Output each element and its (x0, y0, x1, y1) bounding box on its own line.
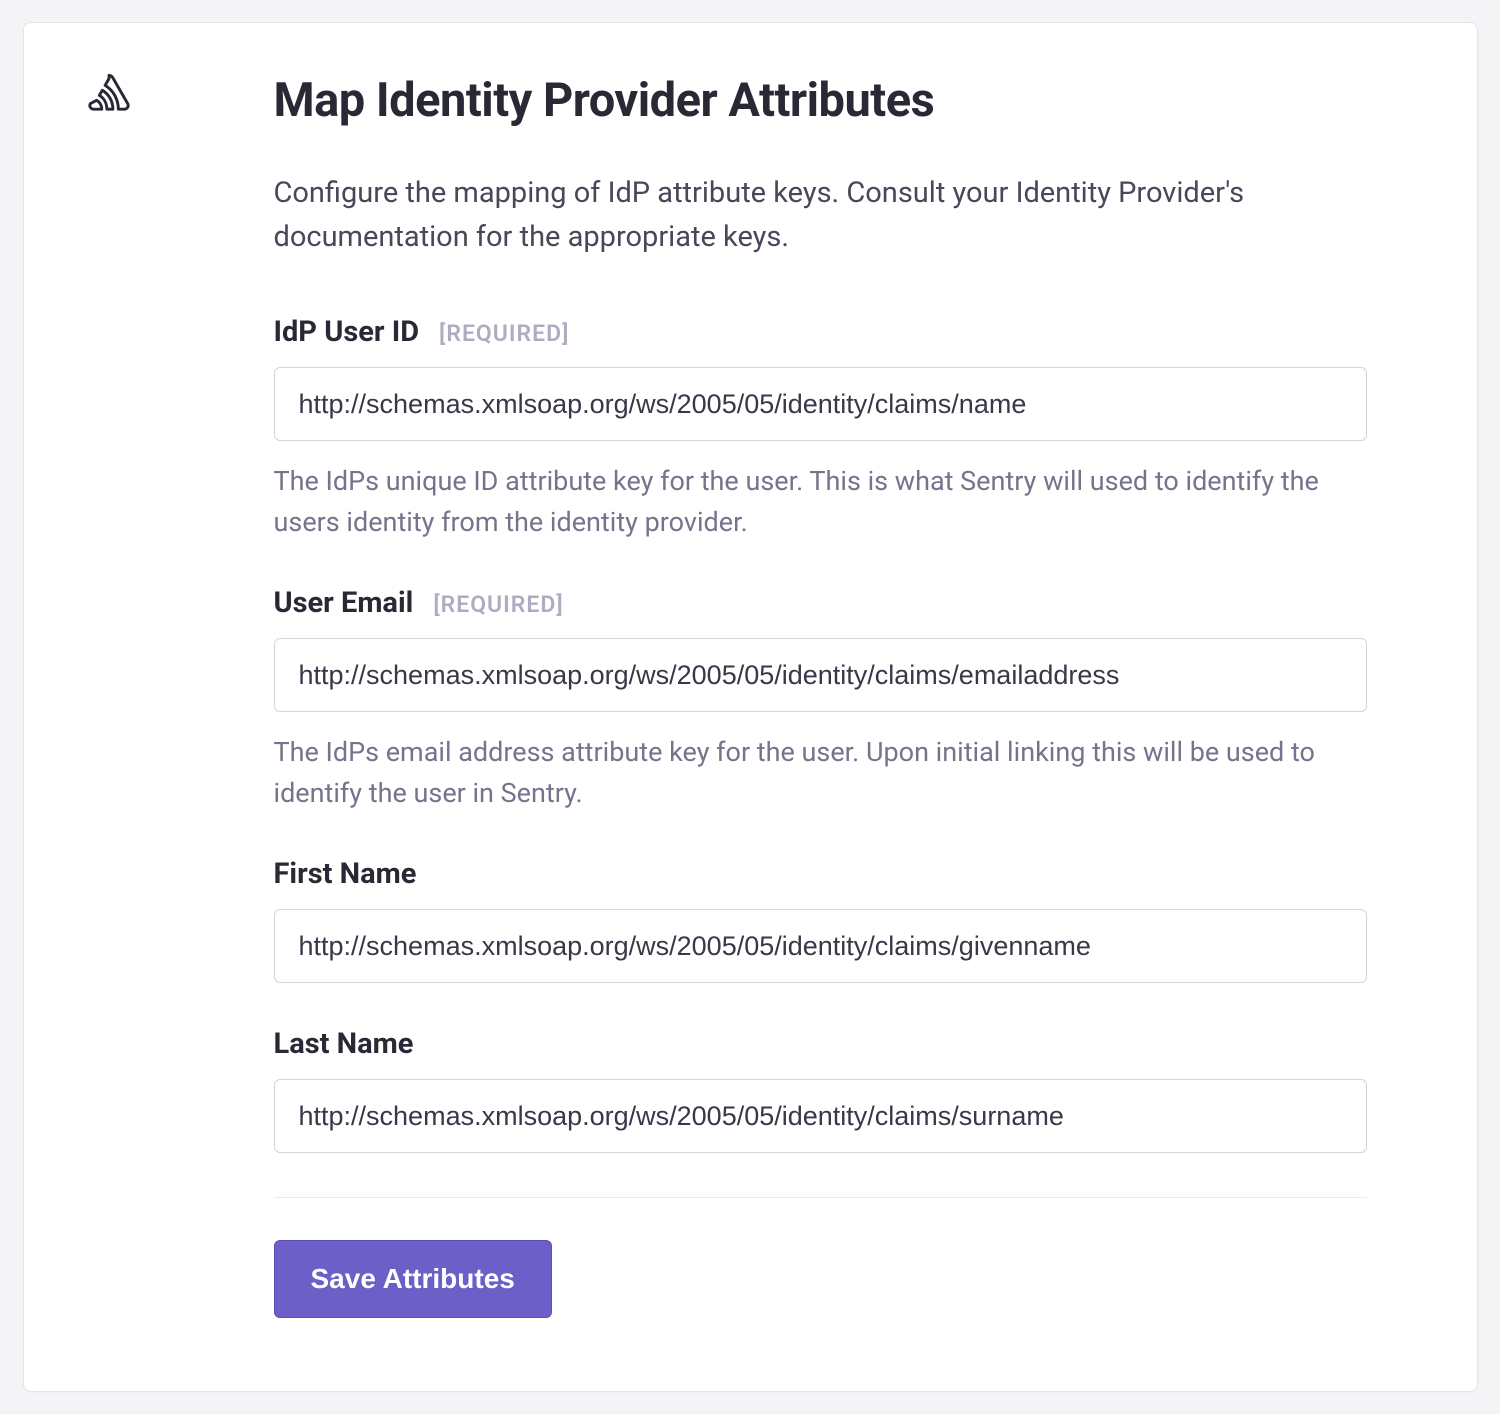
field-help: The IdPs unique ID attribute key for the… (274, 461, 1367, 542)
field-label: First Name (274, 857, 417, 891)
panel-icon-column (24, 23, 194, 1391)
field-label: User Email (274, 586, 414, 620)
page-description: Configure the mapping of IdP attribute k… (274, 172, 1367, 259)
sentry-logo-icon (88, 73, 130, 115)
required-badge: [REQUIRED] (433, 591, 563, 618)
divider (274, 1197, 1367, 1198)
settings-panel: Map Identity Provider Attributes Configu… (23, 22, 1478, 1392)
first-name-input[interactable] (274, 909, 1367, 983)
field-label: Last Name (274, 1027, 414, 1061)
panel-content: Map Identity Provider Attributes Configu… (194, 23, 1477, 1391)
field-idp-user-id: IdP User ID [REQUIRED] The IdPs unique I… (274, 315, 1367, 542)
field-user-email: User Email [REQUIRED] The IdPs email add… (274, 586, 1367, 813)
field-label-row: Last Name (274, 1027, 1367, 1061)
idp-user-id-input[interactable] (274, 367, 1367, 441)
required-badge: [REQUIRED] (439, 320, 569, 347)
page-title: Map Identity Provider Attributes (274, 73, 1367, 128)
field-label: IdP User ID (274, 315, 420, 349)
field-first-name: First Name (274, 857, 1367, 983)
field-last-name: Last Name (274, 1027, 1367, 1153)
field-label-row: First Name (274, 857, 1367, 891)
field-label-row: User Email [REQUIRED] (274, 586, 1367, 620)
user-email-input[interactable] (274, 638, 1367, 712)
save-attributes-button[interactable]: Save Attributes (274, 1240, 552, 1318)
field-help: The IdPs email address attribute key for… (274, 732, 1367, 813)
field-label-row: IdP User ID [REQUIRED] (274, 315, 1367, 349)
last-name-input[interactable] (274, 1079, 1367, 1153)
